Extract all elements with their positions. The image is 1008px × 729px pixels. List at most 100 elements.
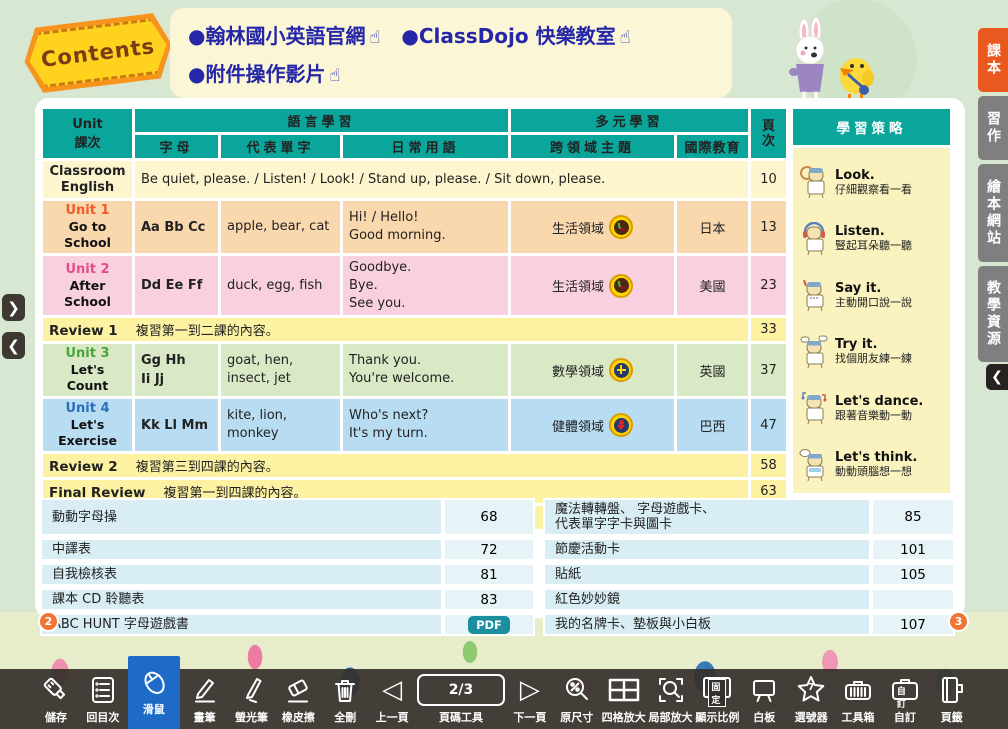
- four-pane-grid-icon: [607, 672, 641, 708]
- appendix-item-label: 自我檢核表: [40, 563, 443, 586]
- partial-zoom-icon: [656, 672, 686, 708]
- link-hanlin-website[interactable]: ●翰林國小英語官網: [188, 24, 365, 48]
- usb-save-icon: [41, 672, 71, 708]
- highlighter-tool-button[interactable]: 螢光筆: [230, 669, 274, 729]
- column-header-unit: Unit課次: [42, 108, 134, 160]
- tab-workbook[interactable]: 習作: [978, 96, 1008, 160]
- whiteboard-icon: [749, 672, 779, 708]
- classroom-english-content: Be quiet, please. / Listen! / Look! / St…: [134, 160, 750, 200]
- unit4-country: 巴西: [676, 398, 750, 453]
- page-tab-button[interactable]: 頁籤: [930, 669, 974, 729]
- unit4-domain: 健體領域: [510, 398, 676, 453]
- previous-triangle-icon: ◁: [382, 677, 402, 703]
- original-size-button[interactable]: 原尺寸: [555, 669, 599, 729]
- life-curriculum-badge-icon: [609, 274, 633, 298]
- health-pe-badge-icon: [609, 413, 633, 437]
- page-number: 37: [750, 343, 788, 398]
- highlighter-icon: [237, 672, 267, 708]
- collapse-left-icon: ❮: [991, 369, 1003, 385]
- link-classdojo[interactable]: ●ClassDojo 快樂教室: [401, 24, 615, 48]
- tab-textbook[interactable]: 課本: [978, 28, 1008, 92]
- custom-toolbox-button[interactable]: 自訂 自訂: [883, 669, 927, 729]
- robot-think-icon: [799, 448, 829, 482]
- partial-zoom-button[interactable]: 局部放大: [649, 669, 693, 729]
- unit3-country: 英國: [676, 343, 750, 398]
- eraser-tool-button[interactable]: 橡皮擦: [276, 669, 320, 729]
- unit1-country: 日本: [676, 200, 750, 255]
- unit3-domain: 數學領域: [510, 343, 676, 398]
- toolbox-icon: [842, 672, 874, 708]
- toolbox-button[interactable]: 工具箱: [836, 669, 880, 729]
- appendix-item-label: 我的名牌卡、墊板與小白板: [543, 613, 871, 636]
- unit2-country: 美國: [676, 255, 750, 317]
- robot-look-icon: [799, 165, 829, 199]
- table-row[interactable]: Review 2複習第三到四課的內容。 58: [42, 453, 788, 479]
- chevron-right-icon: ❯: [7, 299, 20, 317]
- delete-all-button[interactable]: 全刪: [323, 669, 367, 729]
- contents-badge-label: Contents: [40, 34, 157, 72]
- page-forward-handle[interactable]: ❯: [2, 294, 25, 321]
- review2-row: Review 2複習第三到四課的內容。: [42, 453, 750, 479]
- appendix-item-label: 課本 CD 聆聽表: [40, 588, 443, 611]
- learning-strategy-header: 學習策略: [790, 106, 953, 148]
- unit1-title: Unit 1Go to School: [42, 200, 134, 255]
- column-header-key-words: 代表單字: [220, 134, 342, 160]
- appendix-row: 動動字母操 68 魔法轉轉盤、 字母遊戲卡、 代表單字字卡與圖卡 85: [40, 498, 955, 536]
- zoom-percent-icon: [562, 672, 592, 708]
- learning-strategy-panel: 學習策略 Look.仔細觀察看一看: [790, 106, 953, 496]
- unit2-words: duck, egg, fish: [220, 255, 342, 317]
- appendix-item-page: 105: [871, 563, 955, 586]
- list-item: Let's think.動動頭腦想一想: [799, 448, 946, 482]
- previous-page-button[interactable]: ◁ 上一頁: [370, 669, 414, 729]
- trash-icon: [330, 672, 360, 708]
- star-number-icon: 7: [795, 672, 827, 708]
- table-row[interactable]: Unit 3Let's Count Gg Hh Ii Jj goat, hen,…: [42, 343, 788, 398]
- list-item: Let's dance.跟著音樂動一動: [799, 391, 946, 425]
- appendix-item-label: 中譯表: [40, 538, 443, 561]
- table-row[interactable]: Unit 2After School Dd Ee Ff duck, egg, f…: [42, 255, 788, 317]
- robot-say-icon: [799, 278, 829, 312]
- custom-toolbox-icon: 自訂: [889, 672, 921, 708]
- table-row[interactable]: Unit 1Go to School Aa Bb Cc apple, bear,…: [42, 200, 788, 255]
- table-row[interactable]: Unit 4Let's Exercise Kk Ll Mm kite, lion…: [42, 398, 788, 453]
- appendix-item-label: 貼紙: [543, 563, 871, 586]
- unit1-words: apple, bear, cat: [220, 200, 342, 255]
- back-to-contents-button[interactable]: 回目次: [81, 669, 125, 729]
- review1-row: Review 1複習第一到二課的內容。: [42, 317, 750, 343]
- table-row[interactable]: Review 1複習第一到二課的內容。 33: [42, 317, 788, 343]
- page-back-handle[interactable]: ❮: [2, 332, 25, 359]
- tab-teaching-resources[interactable]: 教學資源: [978, 266, 1008, 362]
- mouse-icon: [138, 664, 170, 700]
- table-row[interactable]: ClassroomEnglish Be quiet, please. / Lis…: [42, 160, 788, 200]
- page-number: 58: [750, 453, 788, 479]
- next-page-button[interactable]: ▷ 下一頁: [508, 669, 552, 729]
- page-indicator-tool[interactable]: 2/3 頁碼工具: [417, 669, 505, 729]
- table-of-contents: Unit課次 語言學習 多元學習 頁 次 字母 代表單字 日常用語 跨領域主題 …: [40, 106, 789, 532]
- collapse-panel-button[interactable]: ❮: [986, 364, 1008, 390]
- display-scale-icon: 固定: [699, 672, 735, 708]
- appendix-item-page: [871, 588, 955, 611]
- display-scale-button[interactable]: 固定 顯示比例: [695, 669, 739, 729]
- list-item: Say it.主動開口說一說: [799, 278, 946, 312]
- four-pane-zoom-button[interactable]: 四格放大: [602, 669, 646, 729]
- mouse-tool-button[interactable]: 滑鼠: [128, 656, 180, 729]
- unit4-title: Unit 4Let's Exercise: [42, 398, 134, 453]
- number-picker-button[interactable]: 7 選號器: [789, 669, 833, 729]
- save-button[interactable]: 儲存: [34, 669, 78, 729]
- tab-picturebook-site[interactable]: 繪本網站: [978, 164, 1008, 262]
- pen-tool-button[interactable]: 畫筆: [183, 669, 227, 729]
- unit4-daily: Who's next? It's my turn.: [342, 398, 510, 453]
- pointer-hand-icon: ☝: [620, 27, 631, 48]
- unit1-daily: Hi! / Hello! Good morning.: [342, 200, 510, 255]
- appendix-row: 課本 CD 聆聽表 83 紅色妙妙鏡: [40, 588, 955, 611]
- pdf-button[interactable]: PDF: [468, 616, 510, 634]
- link-attachment-videos[interactable]: ●附件操作影片: [188, 62, 325, 86]
- page-indicator-box[interactable]: 2/3: [417, 674, 505, 706]
- page-number: 10: [750, 160, 788, 200]
- page-number: 13: [750, 200, 788, 255]
- whiteboard-button[interactable]: 白板: [742, 669, 786, 729]
- robot-listen-icon: [799, 222, 829, 256]
- bunny-chick-illustration: [752, 14, 892, 106]
- unit4-words: kite, lion, monkey: [220, 398, 342, 453]
- learning-strategy-list: Look.仔細觀察看一看 Listen.豎起耳朵聽一聽: [790, 148, 953, 496]
